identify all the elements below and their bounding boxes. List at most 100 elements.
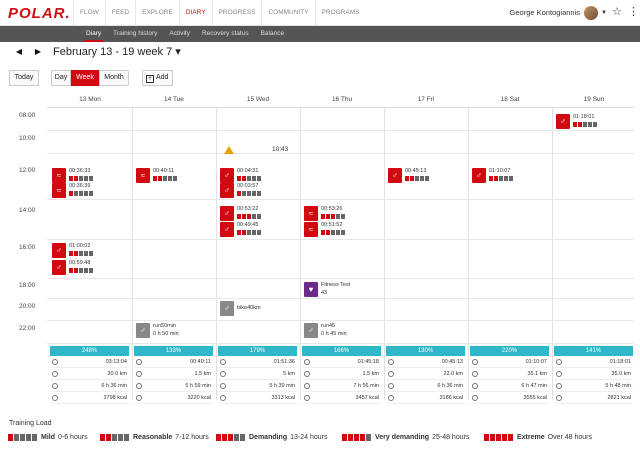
nav-programs[interactable]: PROGRAMS — [314, 0, 366, 26]
tab-diary[interactable]: Diary — [80, 26, 107, 42]
summary-time: 00:40:11 — [189, 359, 211, 365]
session-time: 00:36:39 — [69, 183, 91, 189]
avatar[interactable] — [584, 6, 598, 20]
next-week-icon[interactable]: ▶ — [29, 44, 47, 60]
calories-icon — [220, 395, 226, 401]
session-time: 00:59:48 — [69, 260, 91, 266]
session-time: 00:40:11 — [153, 168, 175, 174]
clock-icon — [220, 359, 226, 365]
activity-icon — [52, 383, 58, 389]
load-bars — [69, 176, 94, 181]
load-percent: 166% — [302, 346, 381, 356]
polar-logo[interactable]: POLAR. — [8, 5, 71, 22]
summary-activity: 5 h 48 min — [605, 383, 631, 389]
more-icon[interactable]: ⋮ — [628, 6, 639, 18]
activity-icon — [220, 383, 226, 389]
planned-name: bike40km — [237, 305, 261, 311]
planned-name: run45 — [321, 323, 336, 329]
run-icon: ♂ — [220, 222, 234, 237]
load-percent: 133% — [134, 346, 213, 356]
summary-activity: 6 h 36 min — [437, 383, 463, 389]
summary-distance: 22.0 km — [443, 371, 463, 377]
load-bars — [153, 176, 178, 181]
legend-range: 0-6 hours — [58, 434, 88, 441]
summary-activity: 6 h 36 min — [101, 383, 127, 389]
grid-line — [47, 239, 634, 240]
fitness-test-value: 43 — [321, 290, 328, 296]
nav-progress[interactable]: PROGRESS — [211, 0, 262, 26]
legend-extreme: Extreme Over 48 hours — [484, 434, 592, 441]
today-button[interactable]: Today — [9, 70, 39, 86]
summary-activity: 5 h 59 min — [185, 383, 211, 389]
calories-icon — [556, 395, 562, 401]
session-time: 00:53:22 — [237, 206, 259, 212]
tab-training-history[interactable]: Training history — [107, 26, 163, 42]
prev-week-icon[interactable]: ◀ — [10, 44, 28, 60]
hour-label: 20:00 — [19, 303, 36, 310]
add-button[interactable]: + Add — [142, 70, 173, 86]
nav-feed[interactable]: FEED — [104, 0, 135, 26]
diary-subnav: Diary Training history Activity Recovery… — [0, 26, 640, 42]
summary-activity: 6 h 47 min — [521, 383, 547, 389]
hour-label: 14:00 — [19, 207, 36, 214]
load-bars — [69, 191, 94, 196]
day-view-button[interactable]: Day — [51, 70, 71, 86]
summary-calories: 3186 kcal — [439, 395, 463, 401]
warning-icon[interactable] — [224, 146, 234, 154]
swim-icon: ≈ — [304, 222, 318, 237]
session-time: 00:53:26 — [321, 206, 343, 212]
nav-diary[interactable]: DIARY — [178, 0, 212, 26]
week-title[interactable]: February 13 - 19 week 7 ▾ — [53, 45, 181, 59]
distance-icon — [472, 371, 478, 377]
calories-icon — [52, 395, 58, 401]
day-header-sat: 18 Sat — [500, 96, 520, 103]
load-bars — [321, 230, 346, 235]
week-view-button[interactable]: Week — [71, 70, 99, 86]
summary-time: 01:51:36 — [273, 359, 295, 365]
day-header-tue: 14 Tue — [164, 96, 184, 103]
grid-line — [468, 107, 469, 400]
planned-name: run50min — [153, 323, 176, 329]
bike-icon: ♂ — [556, 114, 570, 129]
summary-distance: 1.5 km — [362, 371, 379, 377]
planned-duration: 0 h 50 min — [153, 331, 179, 337]
hour-label: 16:00 — [19, 244, 36, 251]
distance-icon — [304, 371, 310, 377]
distance-icon — [136, 371, 142, 377]
star-icon[interactable]: ☆ — [612, 6, 622, 18]
nav-community[interactable]: COMMUNITY — [261, 0, 314, 26]
summary-activity: 7 h 56 min — [353, 383, 379, 389]
summary-distance: 1.5 km — [194, 371, 211, 377]
top-bar: POLAR. FLOW FEED EXPLORE DIARY PROGRESS … — [0, 0, 640, 26]
load-bars — [237, 214, 262, 219]
day-summary: 141% 01:18:01 35.0 km 5 h 48 min 2821 kc… — [554, 346, 633, 404]
clock-icon — [388, 359, 394, 365]
day-header-fri: 17 Fri — [417, 96, 435, 103]
add-icon: + — [146, 75, 154, 83]
swim-icon: ≈ — [136, 168, 150, 183]
day-summary: 166% 01:45:18 1.5 km 7 h 56 min 3457 kca… — [302, 346, 381, 404]
event-time: 10:43 — [272, 146, 289, 153]
grid-line — [300, 107, 301, 400]
session-time: 01:18:01 — [573, 114, 595, 120]
day-summary: 133% 00:40:11 1.5 km 5 h 59 min 3220 kca… — [134, 346, 213, 404]
tab-balance[interactable]: Balance — [255, 26, 291, 42]
day-header-sun: 19 Sun — [583, 96, 605, 103]
nav-explore[interactable]: EXPLORE — [135, 0, 179, 26]
chevron-down-icon[interactable]: ▼ — [601, 10, 607, 16]
summary-distance: 30.0 km — [107, 371, 127, 377]
month-view-button[interactable]: Month — [99, 70, 129, 86]
load-percent: 220% — [470, 346, 549, 356]
grid-line — [47, 298, 634, 299]
day-header-thu: 16 Thu — [331, 96, 353, 103]
load-bars — [69, 251, 94, 256]
grid-line — [384, 107, 385, 400]
load-bars — [69, 268, 94, 273]
tab-activity[interactable]: Activity — [163, 26, 196, 42]
nav-flow[interactable]: FLOW — [73, 0, 105, 26]
run-icon: ♂ — [472, 168, 486, 183]
hour-label: 18:00 — [19, 282, 36, 289]
tab-recovery-status[interactable]: Recovery status — [196, 26, 255, 42]
user-name[interactable]: George Kontogiannis — [510, 0, 580, 26]
session-time: 00:45:13 — [405, 168, 427, 174]
